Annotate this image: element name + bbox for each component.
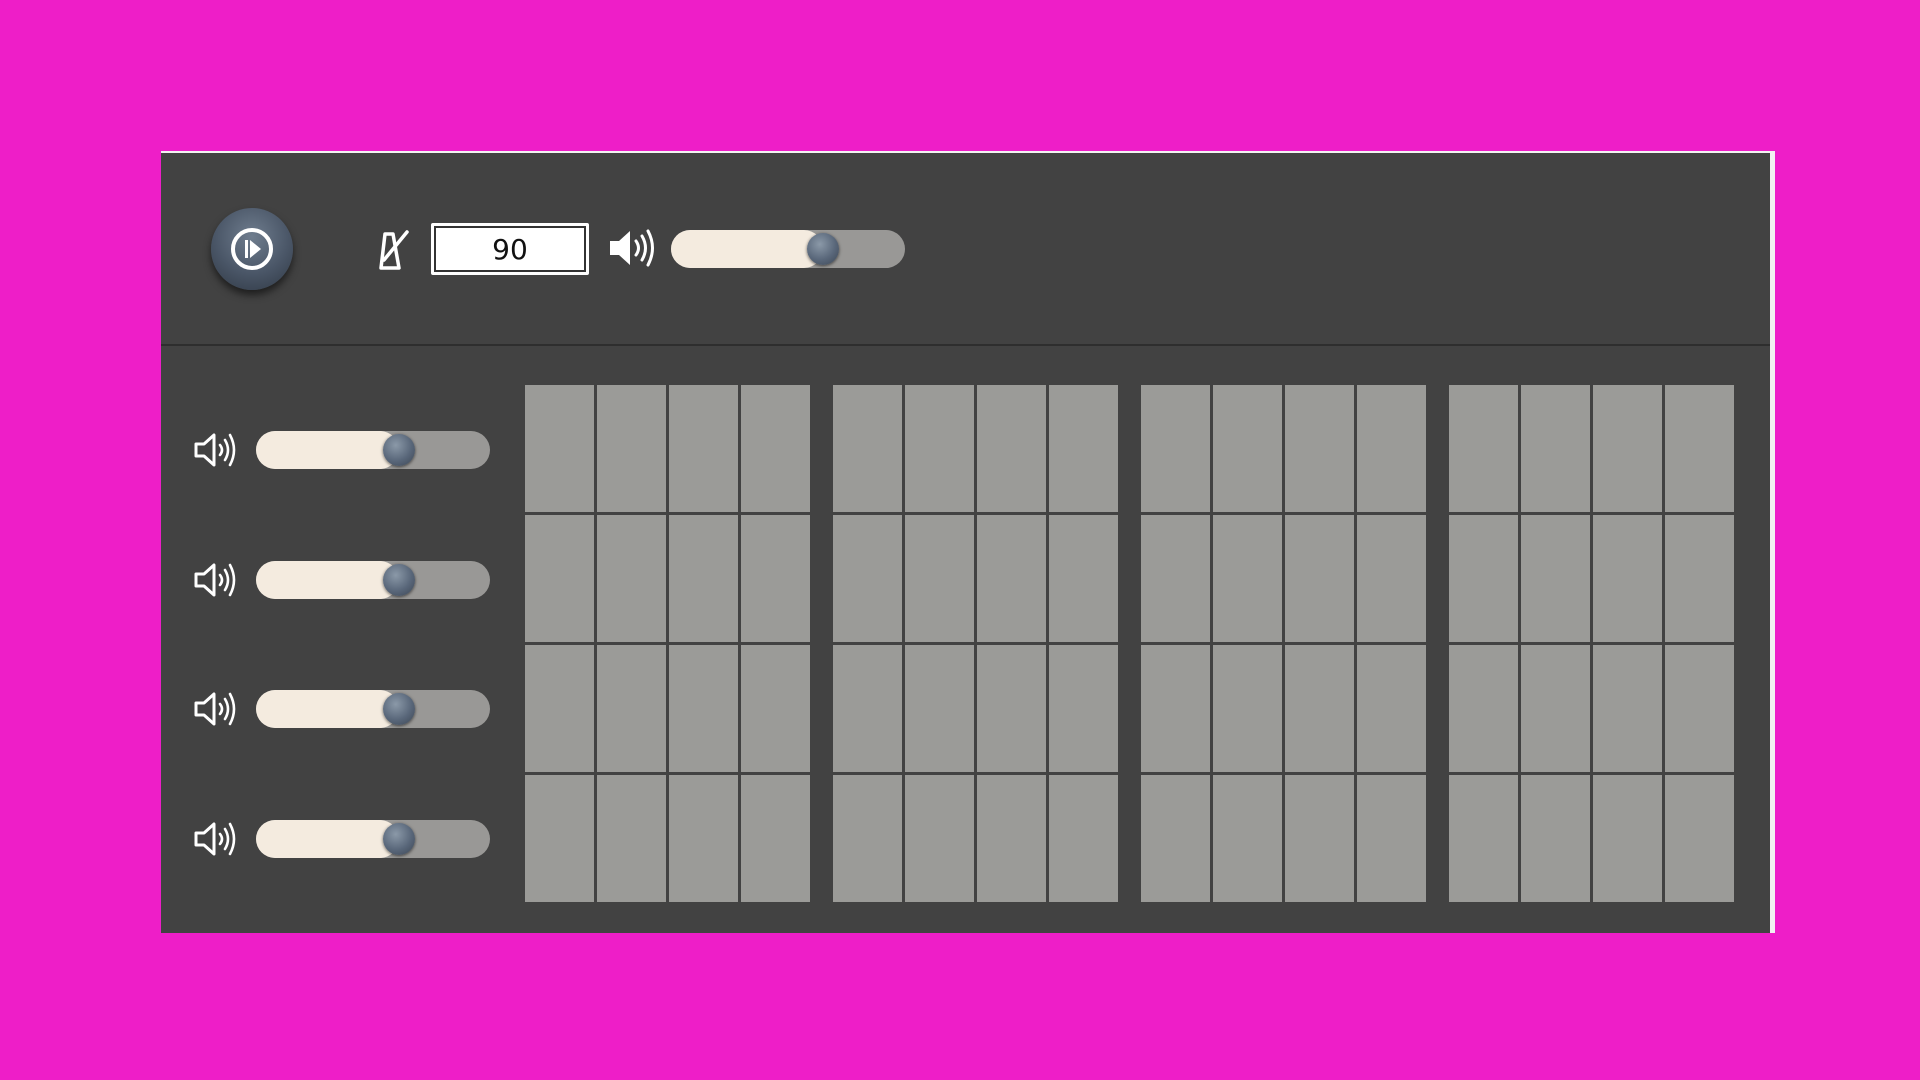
step-cell[interactable] bbox=[1285, 775, 1354, 902]
step-cell[interactable] bbox=[1141, 515, 1210, 642]
step-cell[interactable] bbox=[905, 775, 974, 902]
speaker-volume-icon bbox=[194, 822, 236, 856]
step-cell[interactable] bbox=[833, 385, 902, 512]
step-cell[interactable] bbox=[1049, 515, 1118, 642]
step-cell[interactable] bbox=[1049, 645, 1118, 772]
step-cell[interactable] bbox=[1521, 775, 1590, 902]
metronome-icon bbox=[379, 230, 409, 270]
master-volume-thumb[interactable] bbox=[807, 233, 840, 265]
step-cell[interactable] bbox=[1285, 645, 1354, 772]
bar-2 bbox=[833, 385, 1120, 904]
step-cell[interactable] bbox=[1665, 385, 1734, 512]
track-volume-thumb[interactable] bbox=[382, 434, 415, 466]
track-row-1 bbox=[161, 382, 521, 512]
step-cell[interactable] bbox=[977, 515, 1046, 642]
track-row-2 bbox=[161, 512, 521, 642]
step-cell[interactable] bbox=[1213, 645, 1282, 772]
step-cell[interactable] bbox=[1141, 775, 1210, 902]
step-cell[interactable] bbox=[741, 645, 810, 772]
step-cell[interactable] bbox=[525, 775, 594, 902]
step-cell[interactable] bbox=[1213, 515, 1282, 642]
speaker-volume-icon bbox=[610, 229, 654, 267]
master-volume-fill bbox=[671, 230, 824, 268]
step-cell[interactable] bbox=[1049, 385, 1118, 512]
track-volume-thumb[interactable] bbox=[382, 693, 415, 725]
bar-4 bbox=[1449, 385, 1736, 904]
step-cell[interactable] bbox=[1049, 775, 1118, 902]
step-cell[interactable] bbox=[597, 645, 666, 772]
step-cell[interactable] bbox=[1357, 385, 1426, 512]
step-cell[interactable] bbox=[1665, 645, 1734, 772]
step-cell[interactable] bbox=[1213, 775, 1282, 902]
step-cell[interactable] bbox=[597, 385, 666, 512]
track-volume-fill bbox=[256, 431, 399, 469]
step-cell[interactable] bbox=[597, 775, 666, 902]
step-cell[interactable] bbox=[1141, 385, 1210, 512]
track-volume-fill bbox=[256, 690, 399, 728]
step-cell[interactable] bbox=[525, 515, 594, 642]
step-cell[interactable] bbox=[833, 775, 902, 902]
step-cell[interactable] bbox=[1593, 775, 1662, 902]
speaker-volume-icon bbox=[194, 433, 236, 467]
master-volume-slider[interactable] bbox=[671, 230, 905, 268]
track-volume-fill bbox=[256, 561, 399, 599]
step-cell[interactable] bbox=[977, 775, 1046, 902]
step-cell[interactable] bbox=[833, 645, 902, 772]
step-cell[interactable] bbox=[525, 385, 594, 512]
track-1-volume-slider[interactable] bbox=[256, 431, 490, 469]
step-cell[interactable] bbox=[669, 645, 738, 772]
step-cell[interactable] bbox=[1285, 385, 1354, 512]
tempo-input[interactable] bbox=[431, 223, 589, 275]
step-cell[interactable] bbox=[977, 385, 1046, 512]
drum-sequencer-window bbox=[161, 151, 1775, 933]
step-cell[interactable] bbox=[1449, 385, 1518, 512]
step-cell[interactable] bbox=[1449, 515, 1518, 642]
play-button[interactable] bbox=[211, 208, 293, 290]
step-cell[interactable] bbox=[1521, 645, 1590, 772]
step-cell[interactable] bbox=[597, 515, 666, 642]
track-row-3 bbox=[161, 641, 521, 771]
track-4-volume-slider[interactable] bbox=[256, 820, 490, 858]
bar-3 bbox=[1141, 385, 1428, 904]
track-3-volume-slider[interactable] bbox=[256, 690, 490, 728]
step-cell[interactable] bbox=[1593, 645, 1662, 772]
step-cell[interactable] bbox=[1285, 515, 1354, 642]
track-2-volume-slider[interactable] bbox=[256, 561, 490, 599]
step-cell[interactable] bbox=[905, 385, 974, 512]
step-cell[interactable] bbox=[741, 515, 810, 642]
step-cell[interactable] bbox=[1141, 645, 1210, 772]
step-cell[interactable] bbox=[1665, 775, 1734, 902]
step-cell[interactable] bbox=[1449, 775, 1518, 902]
track-volume-fill bbox=[256, 820, 399, 858]
track-volume-thumb[interactable] bbox=[382, 823, 415, 855]
step-cell[interactable] bbox=[1357, 645, 1426, 772]
track-row-4 bbox=[161, 771, 521, 901]
step-cell[interactable] bbox=[905, 645, 974, 772]
step-cell[interactable] bbox=[1665, 515, 1734, 642]
step-cell[interactable] bbox=[1357, 775, 1426, 902]
speaker-volume-icon bbox=[194, 563, 236, 597]
step-cell[interactable] bbox=[525, 645, 594, 772]
step-cell[interactable] bbox=[1449, 645, 1518, 772]
speaker-volume-icon bbox=[194, 692, 236, 726]
step-cell[interactable] bbox=[977, 645, 1046, 772]
step-cell[interactable] bbox=[1213, 385, 1282, 512]
track-volume-thumb[interactable] bbox=[382, 564, 415, 596]
step-cell[interactable] bbox=[905, 515, 974, 642]
transport-bar bbox=[161, 153, 1770, 346]
step-cell[interactable] bbox=[1593, 385, 1662, 512]
step-cell[interactable] bbox=[1521, 385, 1590, 512]
step-cell[interactable] bbox=[741, 385, 810, 512]
play-circle-icon bbox=[231, 228, 273, 270]
step-cell[interactable] bbox=[669, 775, 738, 902]
step-cell[interactable] bbox=[741, 775, 810, 902]
bar-1 bbox=[525, 385, 812, 904]
step-cell[interactable] bbox=[669, 515, 738, 642]
step-cell[interactable] bbox=[669, 385, 738, 512]
step-cell[interactable] bbox=[1357, 515, 1426, 642]
step-cell[interactable] bbox=[1593, 515, 1662, 642]
step-cell[interactable] bbox=[833, 515, 902, 642]
step-pattern-grid bbox=[525, 385, 1900, 904]
step-cell[interactable] bbox=[1521, 515, 1590, 642]
